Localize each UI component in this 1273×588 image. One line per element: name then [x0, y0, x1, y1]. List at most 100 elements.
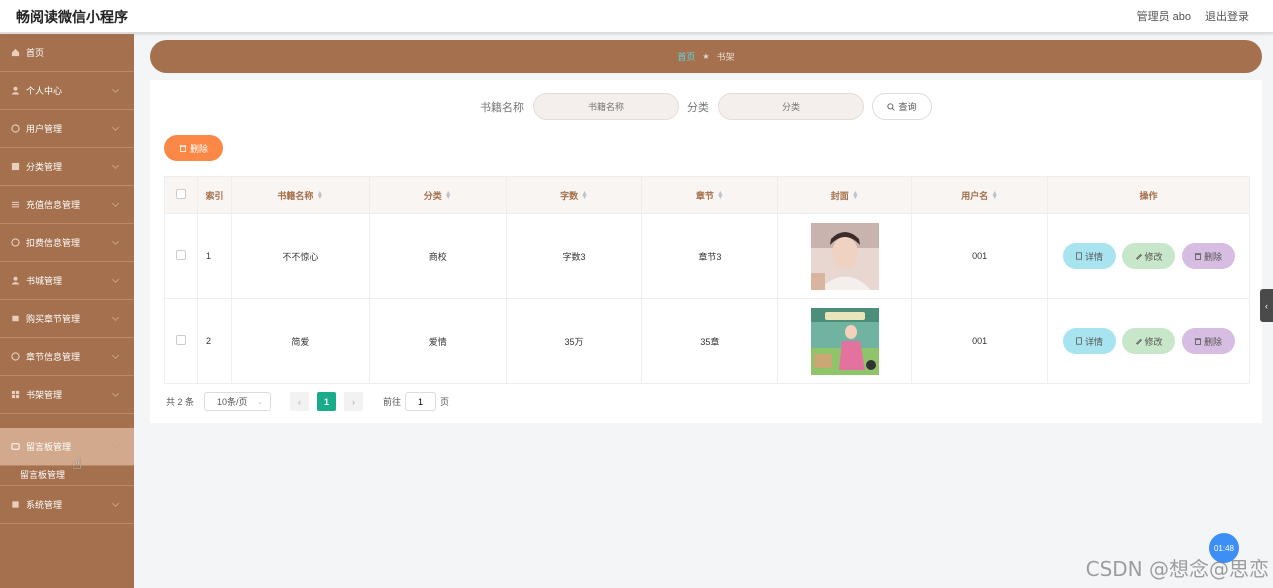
category-label: 分类: [687, 101, 709, 114]
side-collapse-tab[interactable]: ‹: [1260, 289, 1273, 322]
sort-icon[interactable]: ▲ ▼: [581, 190, 588, 201]
top-bar: 畅阅读微信小程序 管理员 abo 退出登录: [0, 0, 1273, 33]
breadcrumb: 首页 ★ 书架: [150, 40, 1262, 73]
sidebar-item-category-management[interactable]: 分类管理: [0, 148, 134, 186]
sidebar-item-bookshelf-management[interactable]: 书架管理: [0, 376, 134, 414]
delete-button[interactable]: 删除: [1181, 243, 1235, 269]
logout-link[interactable]: 退出登录: [1205, 8, 1249, 24]
chevron-down-icon: [111, 123, 120, 132]
cell-category: 商校: [368, 213, 507, 299]
book-cover-image[interactable]: [810, 307, 879, 375]
edit-button[interactable]: 修改: [1122, 243, 1176, 269]
detail-label: 详情: [1085, 251, 1104, 262]
page-size-select[interactable]: 10条/页 ⌄: [204, 392, 272, 411]
next-page-button[interactable]: ›: [344, 392, 364, 411]
sidebar-item-label: 扣费信息管理: [26, 238, 81, 248]
chevron-down-icon: [111, 85, 120, 94]
batch-delete-label: 删除: [189, 143, 208, 154]
admin-user-label[interactable]: 管理员 abo: [1137, 8, 1191, 24]
main-panel: 书籍名称 分类 查询 删除 索引 书籍名称▲▼ 分类▲▼ 字数▲▼ 章节▲▼ 封…: [150, 80, 1262, 423]
edit-label: 修改: [1144, 251, 1163, 262]
column-header-index: 索引: [196, 176, 232, 214]
cell-actions: 详情 修改 删除: [1047, 213, 1250, 299]
column-header-cover[interactable]: 封面 ▲ ▼: [777, 176, 913, 214]
sort-icon[interactable]: ▲ ▼: [717, 190, 724, 201]
sidebar-item-user-management[interactable]: 用户管理: [0, 110, 134, 148]
user-icon: [10, 276, 20, 285]
column-header-chapter[interactable]: 章节 ▲ ▼: [641, 176, 779, 214]
sidebar-subitem-message-board[interactable]: 留言板管理: [0, 466, 134, 486]
edit-icon: [1135, 338, 1142, 345]
delete-button[interactable]: 删除: [1181, 328, 1235, 354]
sidebar-item-system-management[interactable]: 系统管理: [0, 486, 134, 524]
pagination: 共 2 条 10条/页 ⌄ ‹ 1 › 前往 页: [166, 392, 449, 411]
cell-username: 001: [911, 298, 1049, 384]
sort-icon[interactable]: ▲ ▼: [445, 190, 452, 201]
column-header-actions: 操作: [1047, 176, 1250, 214]
select-all-checkbox[interactable]: [175, 189, 186, 199]
search-button[interactable]: 查询: [872, 93, 932, 120]
breadcrumb-home[interactable]: 首页: [677, 50, 695, 63]
book-name-input[interactable]: [533, 93, 679, 120]
search-button-label: 查询: [898, 102, 917, 112]
detail-label: 详情: [1085, 336, 1104, 347]
edit-button[interactable]: 修改: [1122, 328, 1176, 354]
category-input[interactable]: [718, 93, 864, 120]
row-checkbox[interactable]: [175, 250, 186, 260]
sidebar-item-bookstore-management[interactable]: 书城管理: [0, 262, 134, 300]
column-header-label: 章节: [695, 190, 714, 201]
book-cover-image[interactable]: [810, 222, 879, 290]
cell-cover: [777, 298, 913, 384]
goto-label: 前往: [383, 397, 402, 407]
chevron-down-icon: [111, 389, 120, 398]
sidebar-item-label: 书架管理: [26, 390, 63, 400]
column-header-label: 用户名: [961, 190, 989, 201]
column-header-book-name[interactable]: 书籍名称 ▲ ▼: [230, 176, 370, 214]
column-header-label: 封面: [830, 190, 849, 201]
sort-icon[interactable]: ▲ ▼: [991, 190, 998, 201]
sidebar-item-deduction-management[interactable]: 扣费信息管理: [0, 224, 134, 262]
column-header-label: 索引: [205, 190, 224, 201]
cell-word-count: 35万: [505, 298, 643, 384]
cell-chapter: 章节3: [641, 213, 779, 299]
row-checkbox[interactable]: [175, 335, 186, 345]
trash-icon: [1194, 253, 1202, 260]
sidebar-item-purchase-chapter-management[interactable]: 购买章节管理: [0, 300, 134, 338]
column-header-category[interactable]: 分类 ▲ ▼: [368, 176, 507, 214]
goto-page-input[interactable]: [405, 392, 437, 411]
sort-icon[interactable]: ▲ ▼: [316, 190, 323, 201]
breadcrumb-separator-icon: ★: [702, 52, 710, 61]
edit-icon: [1135, 253, 1142, 260]
sidebar: 首页 个人中心 用户管理 分类管理 充值信息管理 扣费信息管理 书城管理 购买章…: [0, 34, 134, 588]
sidebar-item-home[interactable]: 首页: [0, 34, 134, 72]
sidebar-item-personal-center[interactable]: 个人中心: [0, 72, 134, 110]
sort-icon[interactable]: ▲ ▼: [852, 190, 859, 201]
sidebar-item-label: 分类管理: [26, 162, 63, 172]
cart-icon: [10, 314, 20, 323]
users-icon: [10, 124, 20, 133]
table-row: 1 不不惊心 商校 字数3 章节3 001 详情 修改 删除: [164, 213, 1250, 299]
sidebar-item-message-board-management[interactable]: 留言板管理: [0, 428, 134, 466]
cell-index: 2: [196, 298, 232, 384]
sidebar-item-chapter-info-management[interactable]: 章节信息管理: [0, 338, 134, 376]
chevron-down-icon: [111, 441, 120, 450]
column-header-username[interactable]: 用户名 ▲ ▼: [911, 176, 1049, 214]
sidebar-item-label: 留言板管理: [26, 442, 72, 452]
column-header-label: 分类: [423, 190, 442, 201]
delete-label: 删除: [1204, 251, 1223, 262]
batch-delete-button[interactable]: 删除: [164, 135, 223, 161]
chevron-down-icon: [111, 313, 120, 322]
category-icon: [10, 162, 20, 171]
detail-button[interactable]: 详情: [1062, 243, 1116, 269]
column-header-word-count[interactable]: 字数 ▲ ▼: [505, 176, 643, 214]
detail-button[interactable]: 详情: [1062, 328, 1116, 354]
prev-page-button[interactable]: ‹: [290, 392, 310, 411]
row-select-cell: [164, 213, 198, 299]
grid-icon: [10, 390, 20, 399]
search-form: 书籍名称 分类 查询: [480, 93, 932, 120]
book-name-label: 书籍名称: [480, 101, 524, 114]
sidebar-item-label: 用户管理: [26, 124, 63, 134]
page-number-current[interactable]: 1: [317, 392, 337, 411]
sidebar-item-recharge-management[interactable]: 充值信息管理: [0, 186, 134, 224]
